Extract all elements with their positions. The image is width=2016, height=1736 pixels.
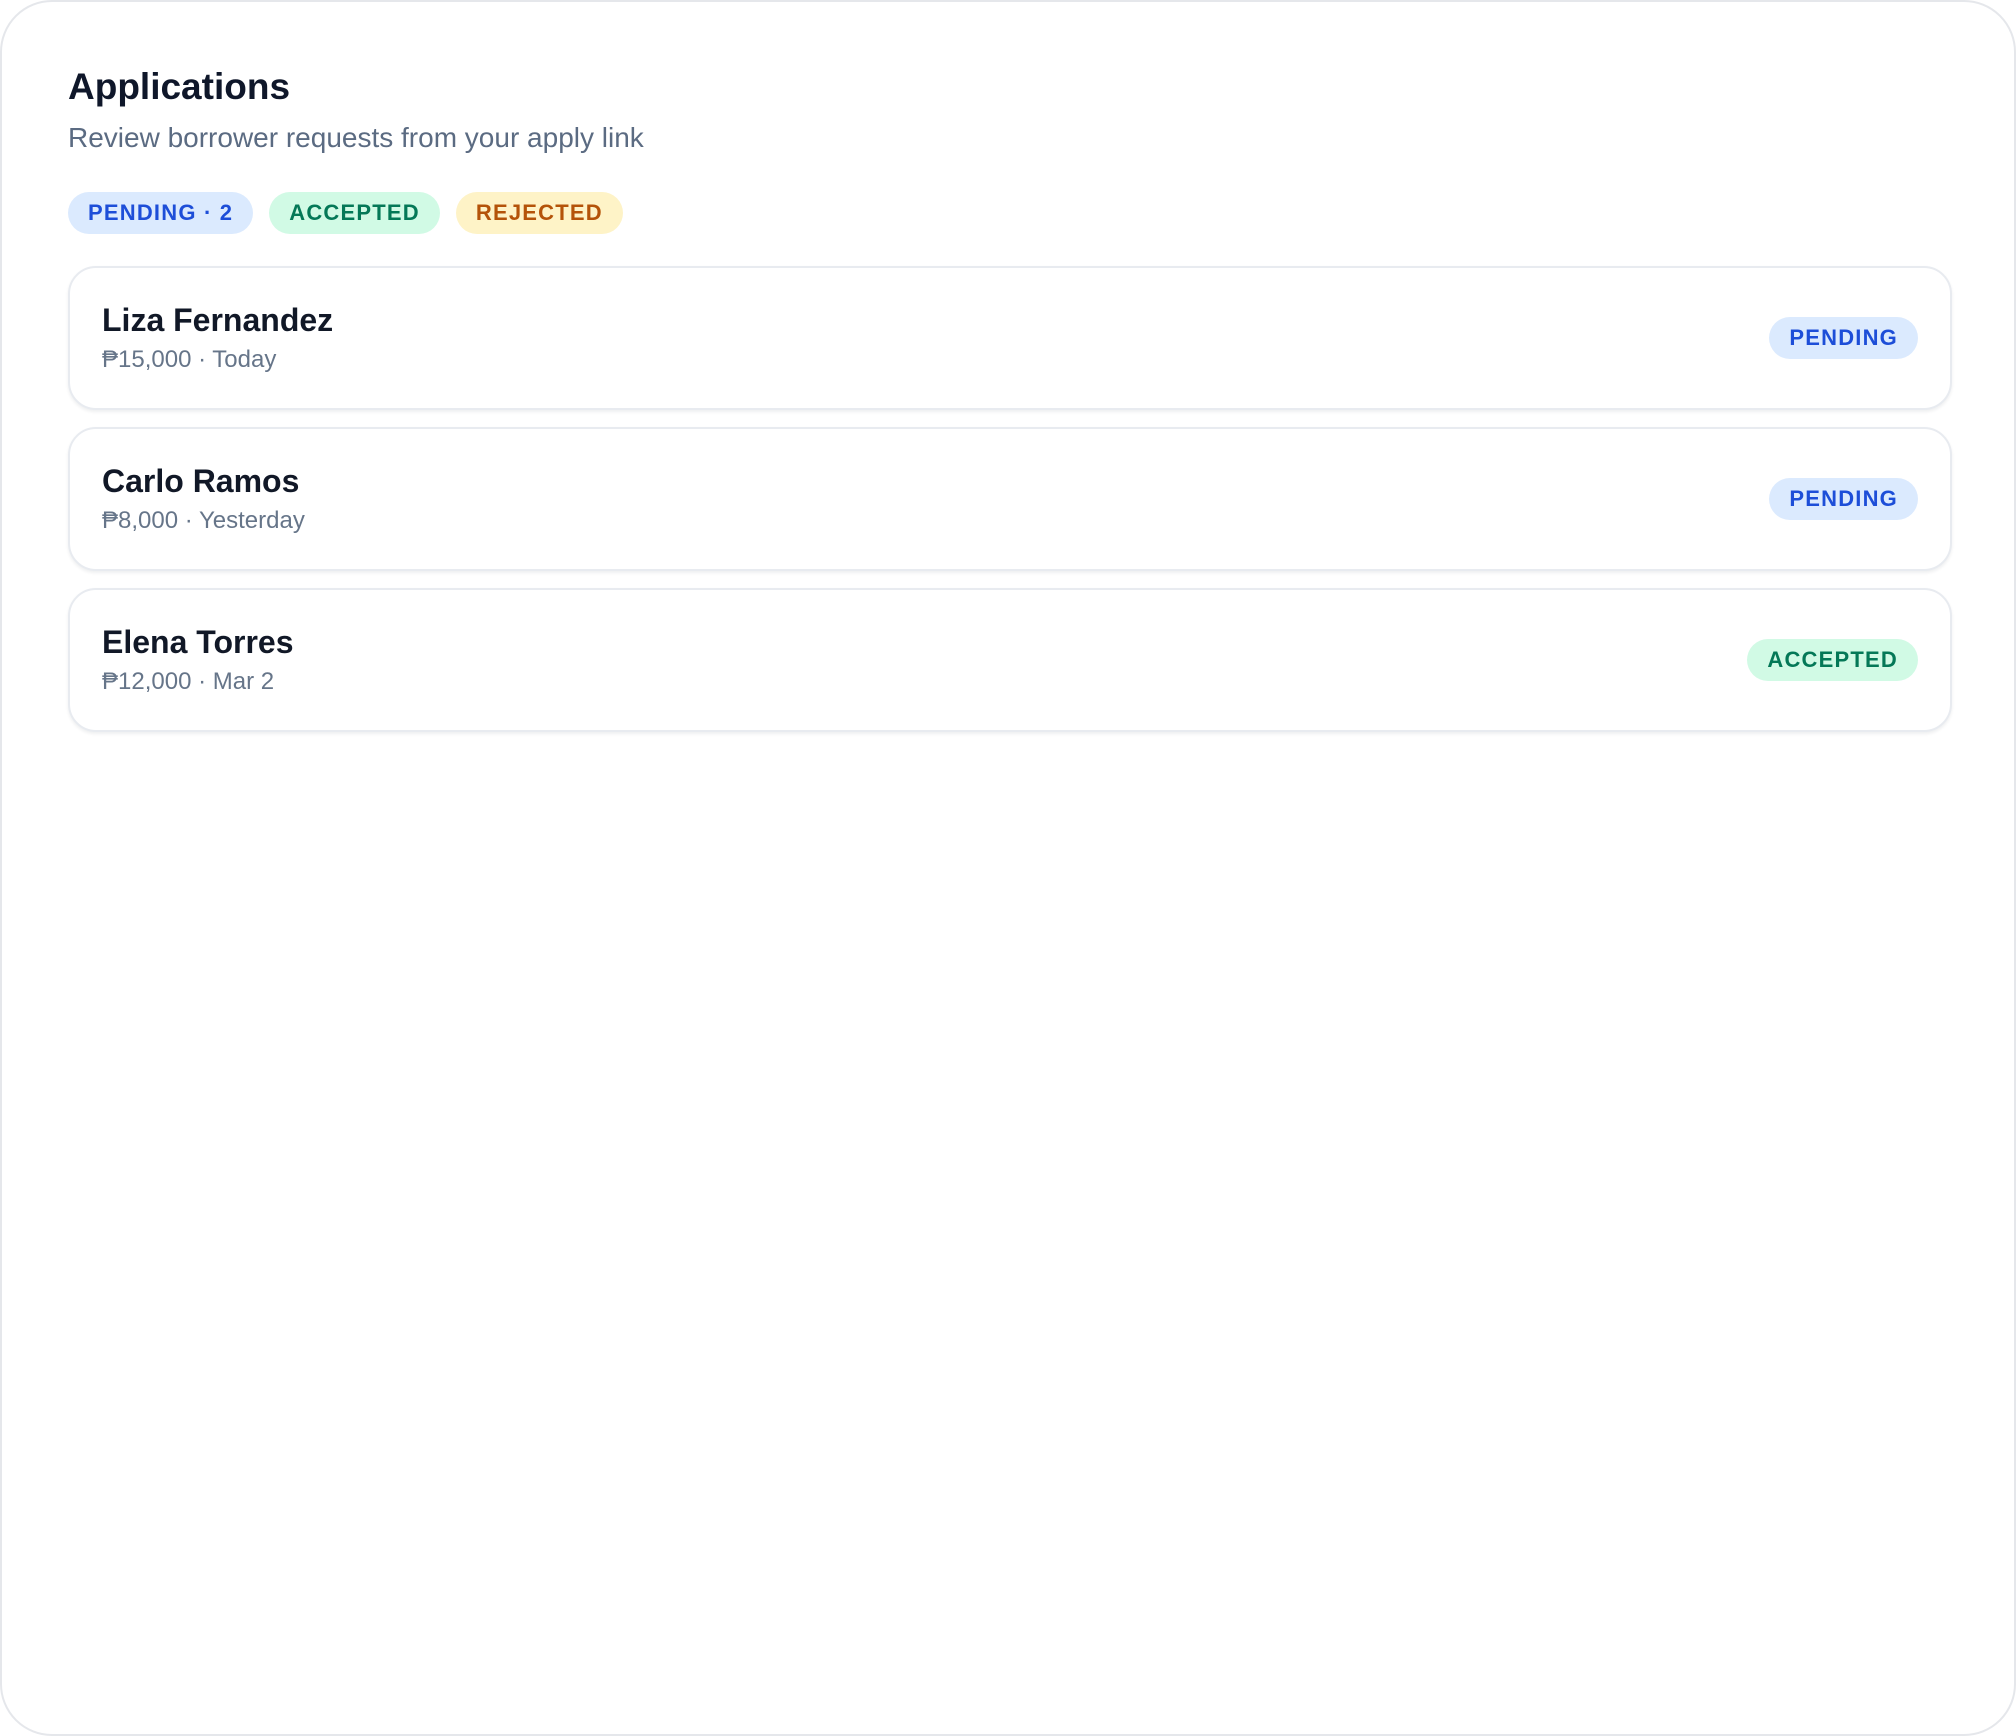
application-info: Liza Fernandez ₱15,000 · Today bbox=[102, 300, 333, 376]
application-amount-date: ₱8,000 · Yesterday bbox=[102, 507, 305, 534]
status-badge: ACCEPTED bbox=[1747, 639, 1918, 681]
filter-pending-chip[interactable]: PENDING · 2 bbox=[68, 192, 254, 234]
page-title: Applications bbox=[68, 66, 291, 107]
applicant-name: Carlo Ramos bbox=[102, 463, 300, 499]
applicant-name: Elena Torres bbox=[102, 624, 294, 660]
filter-accepted-chip[interactable]: ACCEPTED bbox=[269, 192, 440, 234]
panel-content: Applications Review borrower requests fr… bbox=[68, 62, 1952, 732]
applications-list: Liza Fernandez ₱15,000 · Today PENDING C… bbox=[68, 266, 1952, 732]
application-card[interactable]: Carlo Ramos ₱8,000 · Yesterday PENDING bbox=[68, 427, 1952, 571]
status-badge: PENDING bbox=[1769, 317, 1918, 359]
application-card[interactable]: Elena Torres ₱12,000 · Mar 2 ACCEPTED bbox=[68, 588, 1952, 732]
application-card[interactable]: Liza Fernandez ₱15,000 · Today PENDING bbox=[68, 266, 1952, 410]
filter-rejected-chip[interactable]: REJECTED bbox=[455, 192, 623, 234]
page-subtitle: Review borrower requests from your apply… bbox=[68, 122, 644, 153]
application-amount-date: ₱15,000 · Today bbox=[102, 346, 277, 373]
application-info: Elena Torres ₱12,000 · Mar 2 bbox=[102, 622, 293, 698]
application-amount-date: ₱12,000 · Mar 2 bbox=[102, 668, 275, 695]
applications-panel: Applications Review borrower requests fr… bbox=[0, 0, 2016, 1736]
applicant-name: Liza Fernandez bbox=[102, 302, 334, 338]
status-filter-bar: PENDING · 2 ACCEPTED REJECTED bbox=[68, 192, 1952, 234]
application-info: Carlo Ramos ₱8,000 · Yesterday bbox=[102, 461, 305, 537]
status-badge: PENDING bbox=[1769, 478, 1918, 520]
